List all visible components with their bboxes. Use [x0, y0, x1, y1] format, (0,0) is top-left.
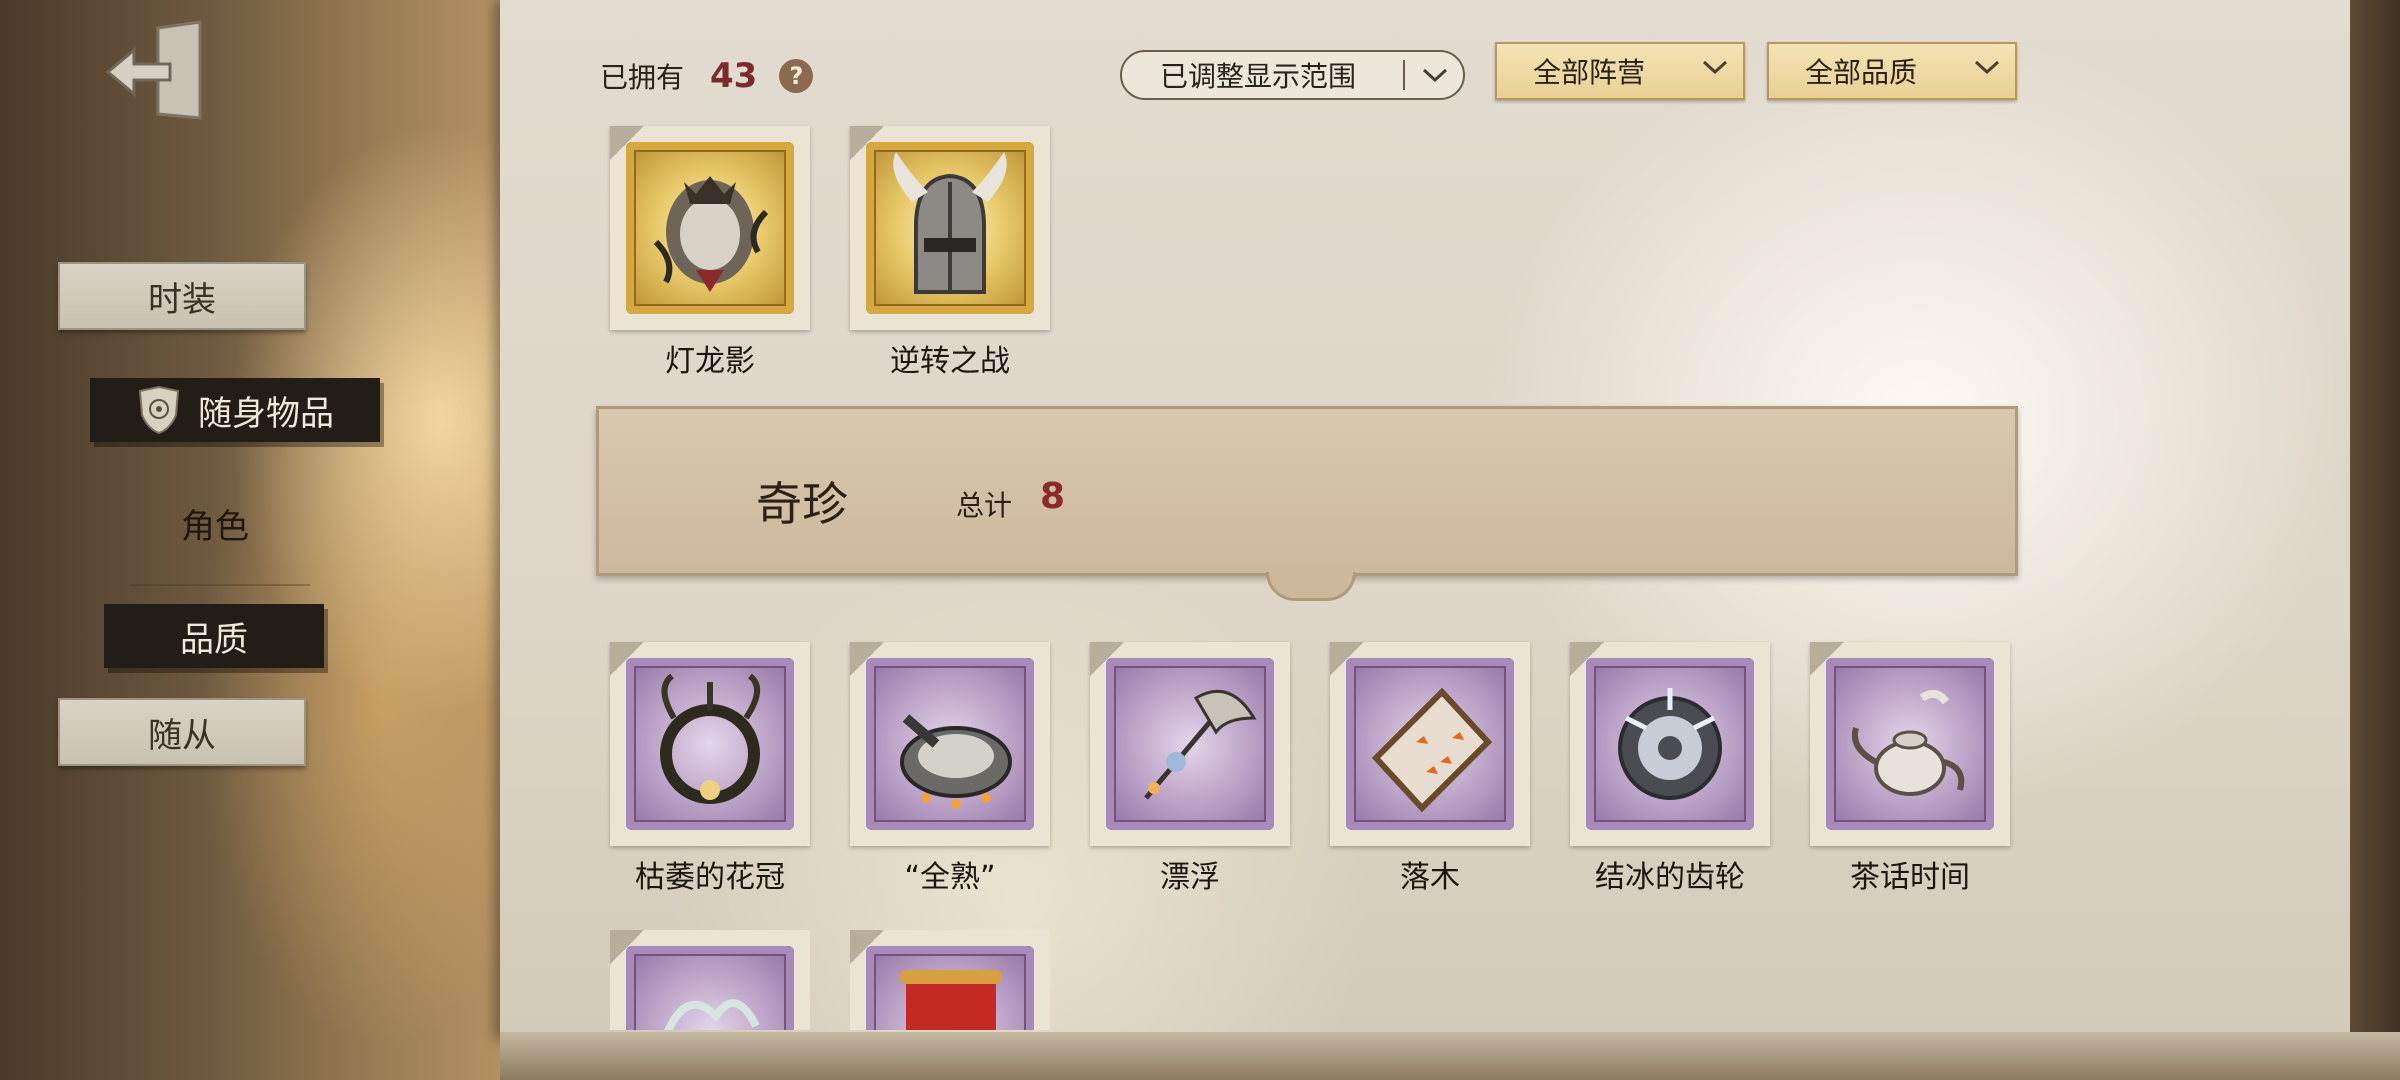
item-card[interactable]: 逆转之战	[850, 126, 1050, 380]
item-name: 灯龙影	[665, 344, 755, 379]
item-card[interactable]: “全熟”	[850, 642, 1050, 896]
sidebar-item-label: 品质	[180, 619, 248, 660]
stamp-frame	[850, 930, 1050, 1030]
stamp-frame	[850, 126, 1050, 330]
sidebar-item-label: 角色	[181, 506, 249, 547]
item-card[interactable]: 茶话时间	[1810, 642, 2010, 896]
teapot-icon	[1826, 658, 1994, 830]
stamp-frame	[1570, 642, 1770, 846]
sidebar-item-quality[interactable]: 品质	[104, 604, 324, 668]
item-card[interactable]: 落木	[1330, 642, 1530, 896]
chevron-down-icon	[1702, 60, 1728, 75]
page-bottom-edge	[500, 1032, 2400, 1080]
camp-filter-dropdown[interactable]: 全部阵营	[1495, 42, 1745, 100]
sidebar-item-character[interactable]: 角色	[120, 498, 310, 548]
item-name: 枯萎的花冠	[635, 860, 785, 895]
item-name: “全熟”	[904, 860, 996, 895]
dropdown-label: 全部品质	[1805, 56, 1918, 89]
chevron-down-icon	[1974, 60, 2000, 75]
section-total-label: 总计	[956, 489, 1013, 522]
frozen-gear-icon	[1586, 658, 1754, 830]
item-card[interactable]	[610, 930, 810, 1030]
item-card[interactable]	[850, 930, 1050, 1030]
item-card[interactable]: 结冰的齿轮	[1570, 642, 1770, 896]
stamp-frame	[1330, 642, 1530, 846]
stamp-frame	[610, 930, 810, 1030]
antler-icon	[626, 946, 794, 1030]
stamp-frame	[1090, 642, 1290, 846]
item-name: 漂浮	[1160, 860, 1220, 895]
chevron-down-icon	[1422, 68, 1448, 83]
owned-label: 已拥有	[600, 61, 685, 94]
exit-door-icon	[105, 20, 202, 120]
exit-button[interactable]	[100, 18, 210, 126]
help-icon[interactable]: ?	[779, 59, 814, 93]
falling-leaves-frame-icon	[1346, 658, 1514, 830]
stamp-frame	[1810, 642, 2010, 846]
item-card[interactable]: 灯龙影	[610, 126, 810, 380]
stamp-frame	[610, 642, 810, 846]
shield-emblem-icon	[138, 385, 180, 435]
item-name: 落木	[1400, 860, 1460, 895]
sidebar-item-label: 随身物品	[198, 393, 334, 434]
stamp-frame	[610, 126, 810, 330]
owned-count: 43	[710, 56, 758, 96]
stamp-frame	[850, 642, 1050, 846]
item-name: 逆转之战	[890, 344, 1010, 379]
lantern-dragon-icon	[626, 142, 794, 314]
frying-pan-icon	[866, 658, 1034, 830]
section-title: 奇珍	[756, 477, 848, 531]
dropdown-label: 已调整显示范围	[1160, 60, 1357, 93]
item-card[interactable]: 枯萎的花冠	[610, 642, 810, 896]
sidebar-item-accessories[interactable]: 随身物品	[90, 378, 380, 442]
left-panel: 时装 随身物品 角色 品质 随从	[0, 0, 520, 1080]
sidebar-item-label: 时装	[148, 279, 216, 320]
sidebar-item-followers[interactable]: 随从	[58, 698, 306, 766]
dropdown-separator	[1403, 60, 1405, 90]
sidebar-item-fashion[interactable]: 时装	[58, 262, 306, 330]
dropdown-label: 全部阵营	[1533, 56, 1646, 89]
item-name: 茶话时间	[1850, 860, 1970, 895]
display-range-dropdown[interactable]: 已调整显示范围	[1120, 50, 1465, 100]
item-card[interactable]: 漂浮	[1090, 642, 1290, 896]
divider	[130, 584, 310, 586]
section-total-count: 8	[1040, 476, 1066, 517]
red-scroll-icon	[866, 946, 1034, 1030]
item-name: 结冰的齿轮	[1595, 860, 1745, 895]
sidebar-item-label: 随从	[148, 715, 216, 756]
winged-helmet-icon	[866, 142, 1034, 314]
quality-filter-dropdown[interactable]: 全部品质	[1767, 42, 2017, 100]
owned-counter: 已拥有 43 ?	[600, 56, 814, 96]
book-edge	[2350, 0, 2400, 1080]
withered-wreath-icon	[626, 658, 794, 830]
floating-parasol-icon	[1106, 658, 1274, 830]
